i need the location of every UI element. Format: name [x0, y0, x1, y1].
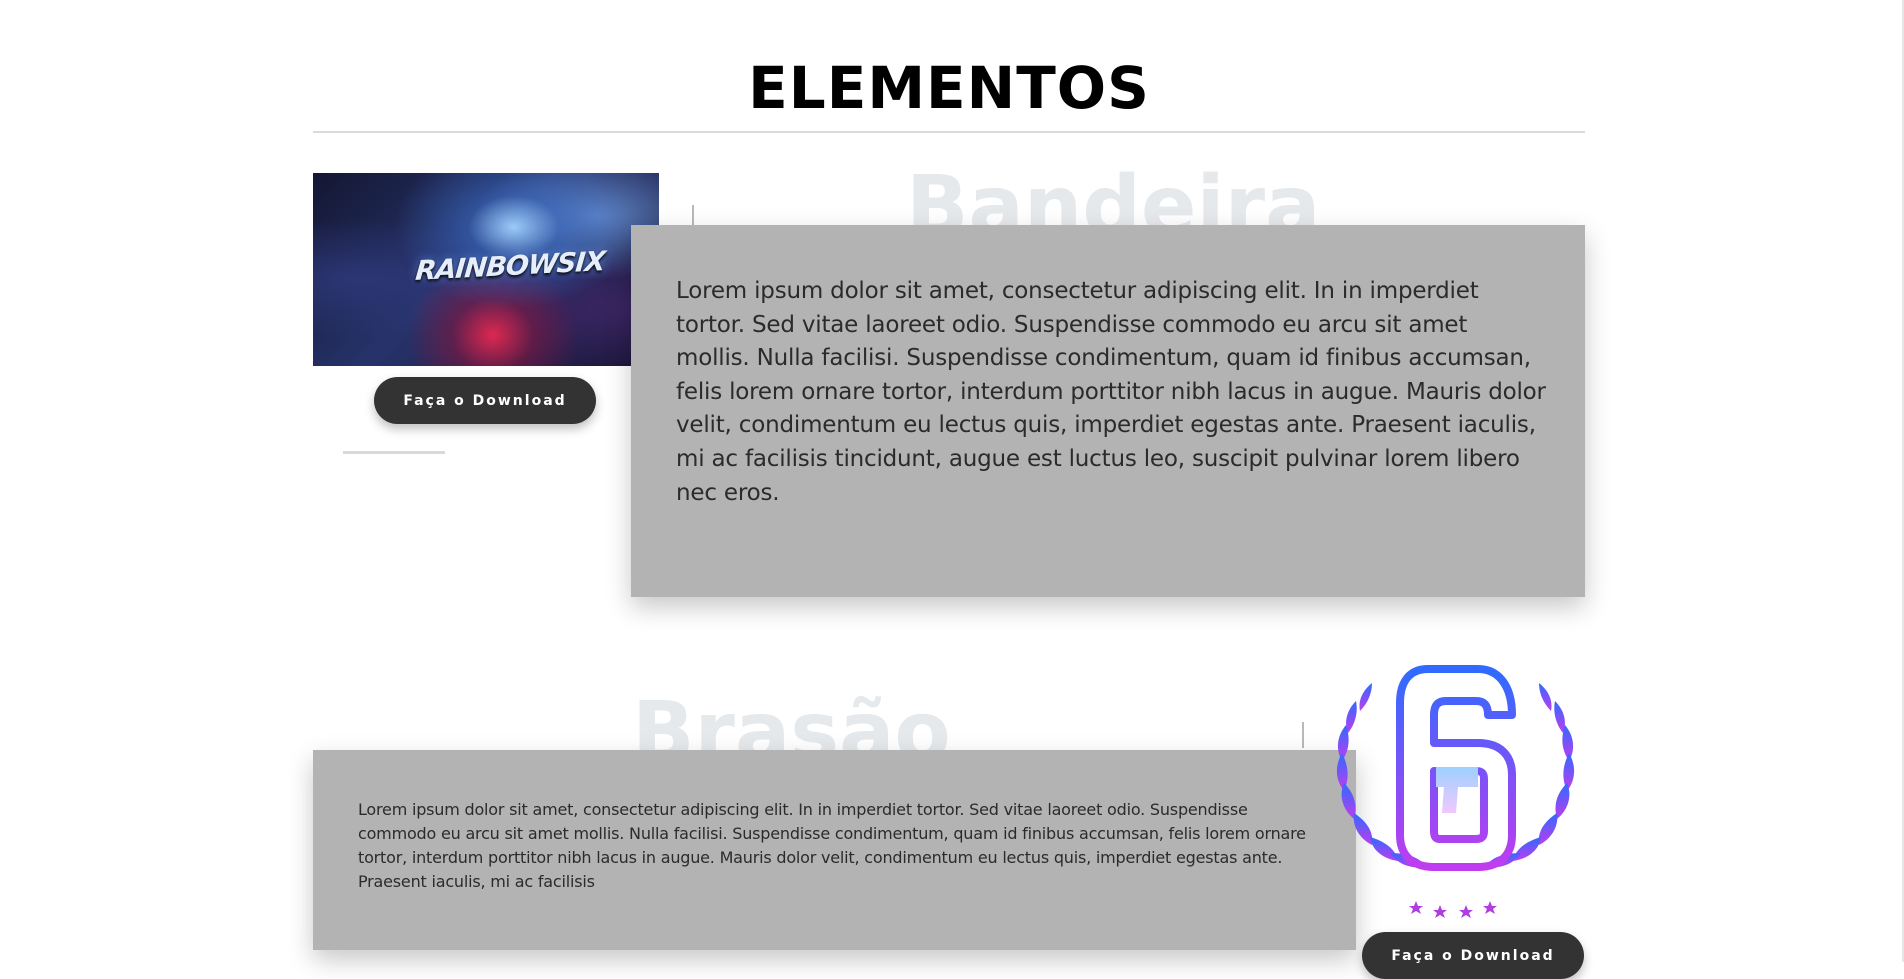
brasao-description-text: Lorem ipsum dolor sit amet, consectetur … [358, 800, 1306, 891]
elements-page: ELEMENTOS Bandeira RAINBOWSIX Faça o Dow… [0, 0, 1904, 979]
bandeira-description-card: Lorem ipsum dolor sit amet, consectetur … [631, 225, 1585, 597]
brasao-tick-mark [1302, 722, 1304, 748]
bandeira-description-text: Lorem ipsum dolor sit amet, consectetur … [676, 278, 1546, 506]
bandeira-short-divider [343, 451, 445, 454]
banner-logo-text: RAINBOWSIX [414, 246, 606, 287]
brasao-description-card: Lorem ipsum dolor sit amet, consectetur … [313, 750, 1356, 950]
brasao-download-button[interactable]: Faça o Download [1362, 932, 1584, 979]
section-title: ELEMENTOS [748, 54, 1150, 122]
bandeira-download-button[interactable]: Faça o Download [374, 377, 596, 424]
title-divider [313, 131, 1585, 133]
rainbow-six-banner-image: RAINBOWSIX [313, 173, 659, 366]
rainbow-six-emblem-icon [1336, 665, 1575, 918]
